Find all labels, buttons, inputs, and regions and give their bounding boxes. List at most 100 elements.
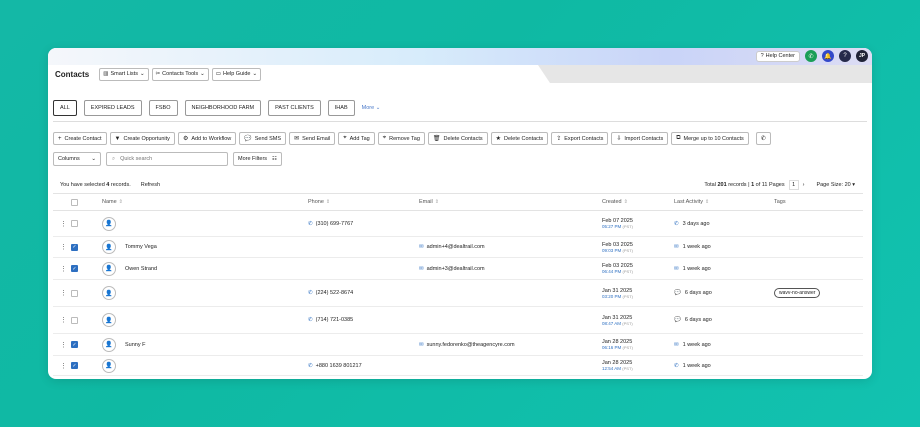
page-header: Contacts ▥ Smart Lists ⌄ ✂ Contacts Tools ⌄ … xyxy=(48,65,872,83)
table-row[interactable]: ⋮ ✓ 👤 Owen Strand ✉ admin+3@dealtrail.com Feb … xyxy=(53,258,863,280)
table-row[interactable]: ⋮ 👤 ✆ (714) 721-0385 Jan 31 2025 08:47 AM (PS… xyxy=(53,307,863,334)
contact-email[interactable]: ✉ admin+3@dealtrail.com xyxy=(419,258,485,279)
divider xyxy=(53,121,867,122)
row-checkbox[interactable]: ✓ xyxy=(71,334,78,355)
row-checkbox[interactable]: ✓ xyxy=(71,258,78,279)
contact-phone[interactable]: ✆ (310) 699-7767 xyxy=(308,211,353,236)
help-center-button[interactable]: ? Help Center xyxy=(755,50,800,62)
contact-name[interactable]: Owen Strand xyxy=(125,258,157,279)
send-sms-button[interactable]: 💬 Send SMS xyxy=(239,132,287,145)
tab-expired-leads[interactable]: EXPIRED LEADS xyxy=(83,100,142,116)
table-body: ⋮ 👤 ✆ (310) 699-7767 Feb 07 2025 05:27 PM (PS… xyxy=(53,211,863,376)
row-menu-icon[interactable]: ⋮ xyxy=(60,307,67,333)
phone-button[interactable]: ✆ xyxy=(805,50,817,62)
created-time-text: 12:54 AM xyxy=(602,366,622,371)
contact-phone[interactable]: ✆ +880 1639 801217 xyxy=(308,356,362,375)
help-guide-menu[interactable]: ▭ Help Guide ⌄ xyxy=(211,67,262,81)
create-opportunity-button[interactable]: ▼ Create Opportunity xyxy=(109,132,175,145)
notifications-button[interactable]: 🔔 xyxy=(822,50,834,62)
columns-select[interactable]: Columns ⌄ xyxy=(53,152,101,166)
quick-search-input[interactable] xyxy=(120,156,221,162)
page-count: of 11 Pages xyxy=(755,182,785,188)
smart-list-tabs: ALL EXPIRED LEADS FSBO NEIGHBORHOOD FARM… xyxy=(53,100,380,116)
tab-all[interactable]: ALL xyxy=(53,100,77,116)
import-contacts-button[interactable]: ⇩ Import Contacts xyxy=(611,132,669,145)
selection-text: You have selected 4 records. xyxy=(60,182,131,188)
last-activity: ✉ 1 week ago xyxy=(674,258,711,279)
checkbox-box: ✓ xyxy=(71,341,78,348)
table-row[interactable]: ⋮ 👤 ✆ (310) 699-7767 Feb 07 2025 05:27 PM (PS… xyxy=(53,211,863,237)
next-page-button[interactable]: › xyxy=(803,182,805,188)
created-time: 08:47 AM (PST) xyxy=(602,321,633,326)
current-page[interactable]: 1 xyxy=(788,180,799,190)
column-header-name[interactable]: Name ⇕ xyxy=(102,194,123,210)
table-row[interactable]: ⋮ 👤 ✆ (224) 522-8674 Jan 31 2025 03:20 PM (PS… xyxy=(53,280,863,307)
send-email-button[interactable]: ✉ Send Email xyxy=(289,132,336,145)
filters-bar: Columns ⌄ ⌕ More Filters ☷ xyxy=(53,152,282,166)
contact-name[interactable]: Tommy Vega xyxy=(125,237,157,257)
user-avatar[interactable]: JP xyxy=(856,50,868,62)
row-menu-icon[interactable]: ⋮ xyxy=(60,280,67,306)
timezone-text: (PST) xyxy=(622,345,633,350)
contact-phone[interactable]: ✆ (224) 522-8674 xyxy=(308,280,353,306)
merge-contacts-button[interactable]: ⧉ Merge up to 10 Contacts xyxy=(671,132,749,145)
chevron-down-icon: ⌄ xyxy=(375,105,381,111)
delete-contacts-button[interactable]: 🗑 Delete Contacts xyxy=(427,132,488,145)
row-checkbox[interactable] xyxy=(71,280,78,306)
add-to-workflow-button[interactable]: ⚙ Add to Workflow xyxy=(177,132,237,145)
delete-contacts-starred-button[interactable]: ★ Delete Contacts xyxy=(490,132,549,145)
column-header-phone[interactable]: Phone ⇕ xyxy=(308,194,330,210)
row-checkbox[interactable] xyxy=(71,211,78,236)
last-activity: ✆ 1 week ago xyxy=(674,356,711,375)
contact-email[interactable]: ✉ admin+4@dealtrail.com xyxy=(419,237,485,257)
help-button[interactable]: ? xyxy=(839,50,851,62)
search-icon: ⌕ xyxy=(112,155,116,162)
more-tabs-link[interactable]: More ⌄ xyxy=(362,105,381,111)
import-contacts-label: Import Contacts xyxy=(624,135,664,142)
total-records: Total 201 records | 1 of 11 Pages xyxy=(704,182,785,188)
table-row[interactable]: ⋮ ✓ 👤 Tommy Vega ✉ admin+4@dealtrail.com Feb 0… xyxy=(53,237,863,258)
tab-ihab[interactable]: IHAB xyxy=(327,100,355,116)
add-tag-button[interactable]: ⌖ Add Tag xyxy=(338,132,375,145)
page-size-select[interactable]: Page Size: 20 ▾ xyxy=(816,182,855,188)
email-header-label: Email xyxy=(419,199,433,205)
tab-fsbo[interactable]: FSBO xyxy=(148,100,178,116)
create-contact-button[interactable]: + Create Contact xyxy=(53,132,107,145)
row-menu-icon[interactable]: ⋮ xyxy=(60,211,67,236)
table-row[interactable]: ⋮ ✓ 👤 Sunny F ✉ sunny.fedorenko@theagencyre.c… xyxy=(53,334,863,356)
column-header-email[interactable]: Email ⇕ xyxy=(419,194,439,210)
star-icon: ★ xyxy=(495,136,502,142)
more-filters-button[interactable]: More Filters ☷ xyxy=(233,152,282,166)
column-header-created[interactable]: Created ⇕ xyxy=(602,194,628,210)
row-menu-icon[interactable]: ⋮ xyxy=(60,356,67,375)
contacts-tools-label: Contacts Tools xyxy=(162,71,199,77)
created-time-text: 09:03 PM xyxy=(602,247,622,253)
row-menu-icon[interactable]: ⋮ xyxy=(60,334,67,355)
row-checkbox[interactable]: ✓ xyxy=(71,237,78,257)
refresh-link[interactable]: Refresh xyxy=(141,182,160,188)
row-menu-icon[interactable]: ⋮ xyxy=(60,237,67,257)
select-all-checkbox[interactable] xyxy=(71,194,78,210)
export-contacts-button[interactable]: ⇪ Export Contacts xyxy=(551,132,609,145)
last-activity: ✆ 3 days ago xyxy=(674,211,710,236)
contact-email[interactable]: ✉ sunny.fedorenko@theagencyre.com xyxy=(419,334,515,355)
remove-tag-button[interactable]: ⌖ Remove Tag xyxy=(377,132,425,145)
import-icon: ⇩ xyxy=(616,136,622,142)
tab-neighborhood-farm[interactable]: NEIGHBORHOOD FARM xyxy=(184,100,262,116)
smart-lists-menu[interactable]: ▥ Smart Lists ⌄ xyxy=(99,67,149,81)
column-header-last-activity[interactable]: Last Activity ⇕ xyxy=(674,194,709,210)
contact-name[interactable]: Sunny F xyxy=(125,334,145,355)
tag-chip[interactable]: wavv-no-answer xyxy=(774,288,821,298)
row-menu-icon[interactable]: ⋮ xyxy=(60,258,67,279)
table-row[interactable]: ⋮ ✓ 👤 ✆ +880 1639 801217 Jan 28 2025 12:54 AM … xyxy=(53,356,863,376)
contact-phone[interactable]: ✆ (714) 721-0385 xyxy=(308,307,353,333)
last-activity: 💬 6 days ago xyxy=(674,307,712,333)
contacts-tools-menu[interactable]: ✂ Contacts Tools ⌄ xyxy=(151,67,209,81)
tab-past-clients[interactable]: PAST CLIENTS xyxy=(268,100,321,116)
user-icon: 👤 xyxy=(102,240,116,254)
row-checkbox[interactable] xyxy=(71,307,78,333)
mail-icon: ✉ xyxy=(294,136,300,142)
call-button[interactable]: ✆ xyxy=(755,132,771,145)
row-checkbox[interactable]: ✓ xyxy=(71,356,78,375)
phone-icon: ✆ xyxy=(308,362,313,369)
